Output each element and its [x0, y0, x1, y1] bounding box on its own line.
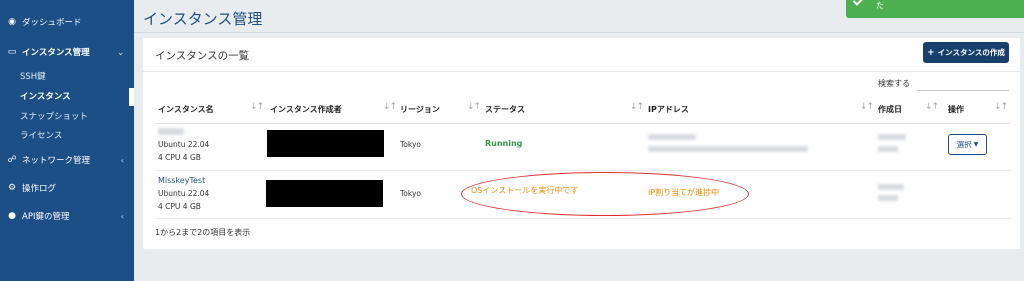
card-divider — [143, 71, 1020, 72]
chevron-left-icon: ‹ — [120, 155, 124, 165]
sort-icon[interactable]: ↓↑ — [383, 102, 397, 112]
table-row-divider — [155, 218, 1011, 219]
sort-icon[interactable]: ↓↑ — [467, 102, 481, 112]
caret-down-icon: ▼ — [973, 141, 979, 148]
sort-icon[interactable]: ↓↑ — [250, 102, 264, 112]
page-title: インスタンス管理 — [143, 10, 263, 28]
instance-os: Ubuntu 22.04 — [158, 189, 210, 198]
sidebar-item-instance-management[interactable]: ▭ インスタンス管理 ⌄ — [0, 42, 134, 62]
user-icon: ● — [8, 211, 16, 221]
sidebar-item-operation-log[interactable]: ⚙ 操作ログ — [0, 178, 134, 198]
create-instance-button[interactable]: + インスタンスの作成 — [923, 42, 1009, 63]
sidebar-subitem-licenses[interactable]: ライセンス — [20, 127, 62, 143]
blurred-ip — [648, 134, 696, 140]
sidebar-item-label: インスタンス管理 — [22, 48, 90, 58]
search-label: 検索する — [878, 79, 910, 88]
column-header-created[interactable]: 作成日 — [878, 104, 902, 115]
blurred-date — [878, 146, 898, 152]
instance-region: Tokyo — [400, 140, 421, 149]
check-icon — [852, 0, 864, 6]
column-header-creator[interactable]: インスタンス作成者 — [270, 104, 342, 115]
chevron-left-icon: ‹ — [120, 211, 124, 221]
plus-icon: + — [927, 47, 935, 58]
column-header-ip[interactable]: IPアドレス — [648, 104, 689, 115]
column-header-region[interactable]: リージョン — [400, 104, 440, 115]
monitor-icon: ▭ — [7, 47, 17, 57]
sidebar-item-network-management[interactable]: ☍ ネットワーク管理 ‹ — [0, 150, 134, 170]
blurred-date — [878, 195, 898, 201]
instance-name[interactable]: MisskeyTest — [158, 176, 205, 185]
blurred-date — [878, 184, 904, 190]
column-header-status[interactable]: ステータス — [485, 104, 525, 115]
blurred-instance-name — [158, 128, 184, 135]
sidebar-item-label: ダッシュボード — [22, 18, 82, 28]
sort-icon[interactable]: ↓↑ — [994, 102, 1008, 112]
sidebar-item-label: 操作ログ — [22, 184, 57, 194]
gear-icon: ⚙ — [7, 183, 17, 193]
table-header-divider — [155, 123, 1011, 124]
sort-icon[interactable]: ↓↑ — [925, 102, 939, 112]
sidebar-subitem-snapshots[interactable]: スナップショット — [20, 108, 88, 124]
table-row-divider — [155, 170, 1011, 171]
network-icon: ☍ — [7, 155, 17, 165]
chevron-down-icon: ⌄ — [117, 47, 124, 57]
blurred-ip — [648, 146, 808, 152]
instance-spec: 4 CPU 4 GB — [158, 153, 201, 162]
instance-list-card: インスタンスの一覧 + インスタンスの作成 検索する インスタンス名 ↓↑ イン… — [143, 38, 1020, 249]
select-label: 選択 — [956, 140, 972, 149]
header-divider — [134, 32, 1024, 33]
column-header-actions[interactable]: 操作 — [948, 104, 964, 115]
instance-spec: 4 CPU 4 GB — [158, 202, 201, 211]
card-title: インスタンスの一覧 — [155, 50, 250, 62]
sidebar-subitem-instances[interactable]: インスタンス — [20, 88, 71, 104]
sort-icon[interactable]: ↓↑ — [860, 102, 874, 112]
annotation-ellipse — [461, 172, 749, 216]
sidebar: ◉ ダッシュボード ▭ インスタンス管理 ⌄ SSH鍵 インスタンス スナップシ… — [0, 0, 134, 281]
search-input[interactable] — [917, 90, 1009, 91]
sidebar-item-label: API鍵の管理 — [22, 212, 70, 222]
dashboard-icon: ◉ — [8, 17, 16, 27]
pagination-info: 1から2まで2の項目を表示 — [155, 228, 251, 237]
sidebar-subitem-ssh-keys[interactable]: SSH鍵 — [20, 68, 46, 84]
sort-icon[interactable]: ↓↑ — [630, 102, 644, 112]
instance-region: Tokyo — [400, 189, 421, 198]
active-indicator — [129, 88, 134, 106]
sidebar-item-label: ネットワーク管理 — [22, 156, 91, 166]
select-action-button[interactable]: 選択 ▼ — [948, 134, 987, 155]
redacted-creator — [266, 180, 383, 207]
create-instance-label: インスタンスの作成 — [937, 48, 1005, 57]
toast-text: た — [876, 1, 884, 10]
sidebar-item-api-key-management[interactable]: ● API鍵の管理 ‹ — [0, 206, 134, 226]
redacted-creator — [267, 130, 384, 157]
status-badge: Running — [485, 139, 523, 148]
column-header-name[interactable]: インスタンス名 — [158, 104, 214, 115]
blurred-date — [878, 134, 906, 140]
sidebar-item-dashboard[interactable]: ◉ ダッシュボード — [0, 12, 134, 32]
instance-os: Ubuntu 22.04 — [158, 140, 210, 149]
toast-notification[interactable]: た — [846, 0, 1024, 18]
